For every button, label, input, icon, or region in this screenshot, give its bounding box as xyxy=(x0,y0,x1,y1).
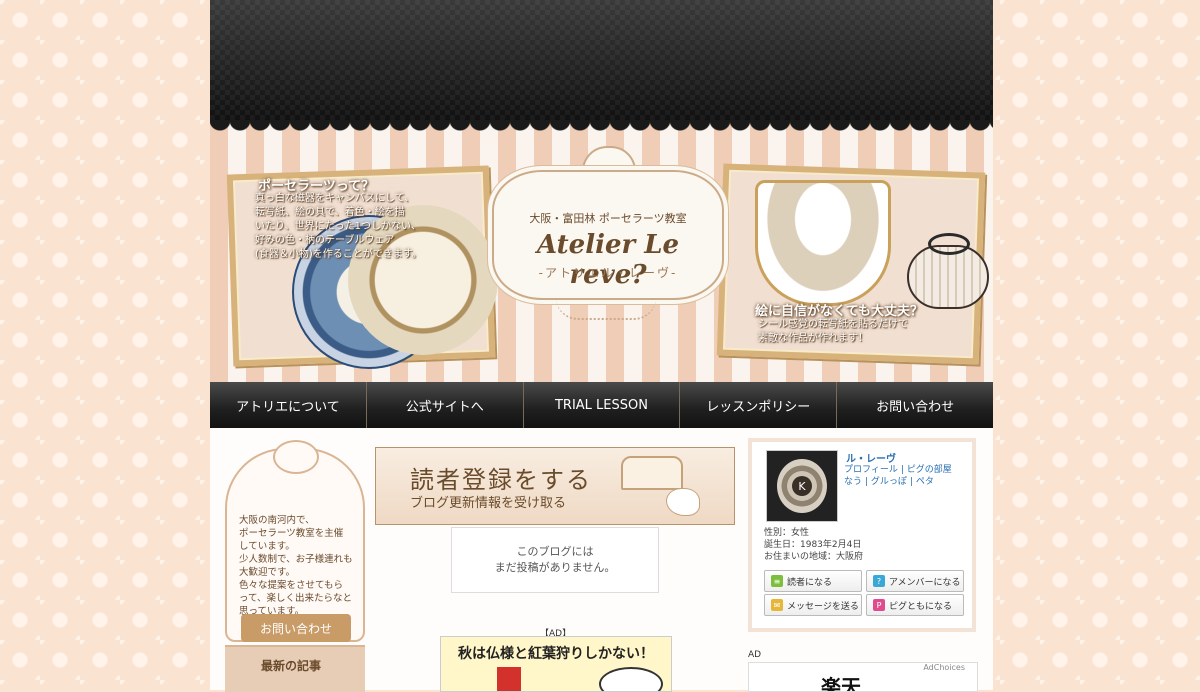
become-amember-label: アメンバーになる xyxy=(889,577,961,588)
avatar[interactable]: K xyxy=(766,450,838,522)
profile-link-profile[interactable]: プロフィール xyxy=(844,464,898,476)
reader-icon: ≡ xyxy=(771,575,783,587)
empty-posts-box: このブログには まだ投稿がありません。 xyxy=(451,527,659,593)
ad-red-tag xyxy=(497,667,521,691)
contact-button[interactable]: お問い合わせ xyxy=(241,614,351,642)
left-sidebar: 大阪の南河内で、 ポーセラーツ教室を主催 しています。 少人数制で、お子様連れも… xyxy=(225,440,365,692)
center-ad-banner[interactable]: 秋は仏様と紅葉狩りしかない！ xyxy=(440,636,672,692)
ad-speech-bubble xyxy=(599,667,663,691)
profile-gender: 性別：女性 xyxy=(764,528,810,538)
site-logo[interactable]: 大阪・富田林 ポーセラーツ教室 Atelier Le reve? -アトリエル・… xyxy=(492,170,724,300)
profile-link-now[interactable]: なう xyxy=(844,476,862,488)
intro-text: 大阪の南河内で、 ポーセラーツ教室を主催 しています。 少人数制で、お子様連れも… xyxy=(239,515,353,617)
logo-chain-ornament xyxy=(556,298,656,320)
reader-banner-subtitle: ブログ更新情報を受け取る xyxy=(410,496,567,511)
empty-posts-message: このブログには まだ投稿がありません。 xyxy=(494,545,616,574)
become-pigtomo-button[interactable]: P ピグともになる xyxy=(866,594,964,616)
avatar-letter: K xyxy=(792,476,812,496)
page-container: ポーセラーツって？ 真っ白な磁器をキャンバスにして、 転写紙、絵の具で、着色・絵… xyxy=(210,0,993,692)
nav-item-contact[interactable]: お問い合わせ xyxy=(837,382,993,428)
send-message-button[interactable]: ✉ メッセージを送る xyxy=(764,594,862,616)
right-promo-text: シール感覚の転写紙を貼るだけで 素敵な作品が作れます！ xyxy=(758,319,908,344)
profile-box: K ル・レーヴ プロフィール | ピグの部屋 なう | グルっぽ | ペタ 性別：女性… xyxy=(748,438,976,632)
profile-links: プロフィール | ピグの部屋 なう | グルっぽ | ペタ xyxy=(844,464,952,488)
amember-icon: ? xyxy=(873,575,885,587)
nav-item-about[interactable]: アトリエについて xyxy=(210,382,367,428)
right-promo-title: 絵に自信がなくても大丈夫？ xyxy=(755,304,923,319)
latest-posts-header: 最新の記事 xyxy=(225,645,365,692)
become-amember-button[interactable]: ? アメンバーになる xyxy=(866,570,964,592)
ad-brand-text: 楽天 xyxy=(821,675,861,692)
right-ad-banner[interactable]: AdChoices 楽天 xyxy=(748,662,978,692)
teacup-image xyxy=(755,180,891,306)
bow-image xyxy=(928,233,970,255)
profile-birthday: 誕生日：1983年2月4日 xyxy=(764,540,862,550)
logo-name: Atelier Le reve? xyxy=(536,230,680,290)
profile-residence: お住まいの地域：大阪府 xyxy=(764,552,864,562)
profile-link-peta[interactable]: ペタ xyxy=(916,476,934,488)
profile-info: 性別：女性 誕生日：1983年2月4日 お住まいの地域：大阪府 xyxy=(764,527,964,563)
left-promo-text: 真っ白な磁器をキャンバスにして、 転写紙、絵の具で、着色・絵を描 いたり、世界に… xyxy=(255,193,422,260)
profile-link-pig-room[interactable]: ピグの部屋 xyxy=(907,464,952,476)
profile-name[interactable]: ル・レーヴ xyxy=(846,450,896,465)
mail-icon: ✉ xyxy=(771,599,783,611)
intro-ornament xyxy=(273,440,319,474)
profile-link-group[interactable]: グルっぽ xyxy=(871,476,907,488)
crown-icon xyxy=(621,456,683,490)
reader-register-banner[interactable]: 読者登録をする ブログ更新情報を受け取る xyxy=(375,447,735,525)
bird-icon xyxy=(666,488,700,516)
header-band xyxy=(210,0,993,120)
intro-frame: 大阪の南河内で、 ポーセラーツ教室を主催 しています。 少人数制で、お子様連れも… xyxy=(225,448,365,642)
reader-banner-title: 読者登録をする xyxy=(410,466,592,494)
lace-trim xyxy=(210,120,993,136)
become-reader-button[interactable]: ≡ 読者になる xyxy=(764,570,862,592)
center-ad-text: 秋は仏様と紅葉狩りしかない！ xyxy=(458,646,654,662)
nav-item-trial-lesson[interactable]: TRIAL LESSON xyxy=(524,382,681,428)
main-nav: アトリエについて 公式サイトへ TRIAL LESSON レッスンポリシー お問… xyxy=(210,382,993,428)
logo-kana: -アトリエル・レーヴ- xyxy=(538,266,678,280)
nav-item-lesson-policy[interactable]: レッスンポリシー xyxy=(680,382,838,428)
send-message-label: メッセージを送る xyxy=(787,601,859,612)
pig-icon: P xyxy=(873,599,885,611)
nav-item-official-site[interactable]: 公式サイトへ xyxy=(367,382,524,428)
latest-posts-title: 最新の記事 xyxy=(261,659,322,673)
logo-subtitle: 大阪・富田林 ポーセラーツ教室 xyxy=(529,212,687,225)
become-reader-label: 読者になる xyxy=(787,577,833,588)
right-ad-label: AD xyxy=(748,650,762,660)
adchoices-link[interactable]: AdChoices xyxy=(923,663,965,672)
become-pigtomo-label: ピグともになる xyxy=(889,601,953,612)
